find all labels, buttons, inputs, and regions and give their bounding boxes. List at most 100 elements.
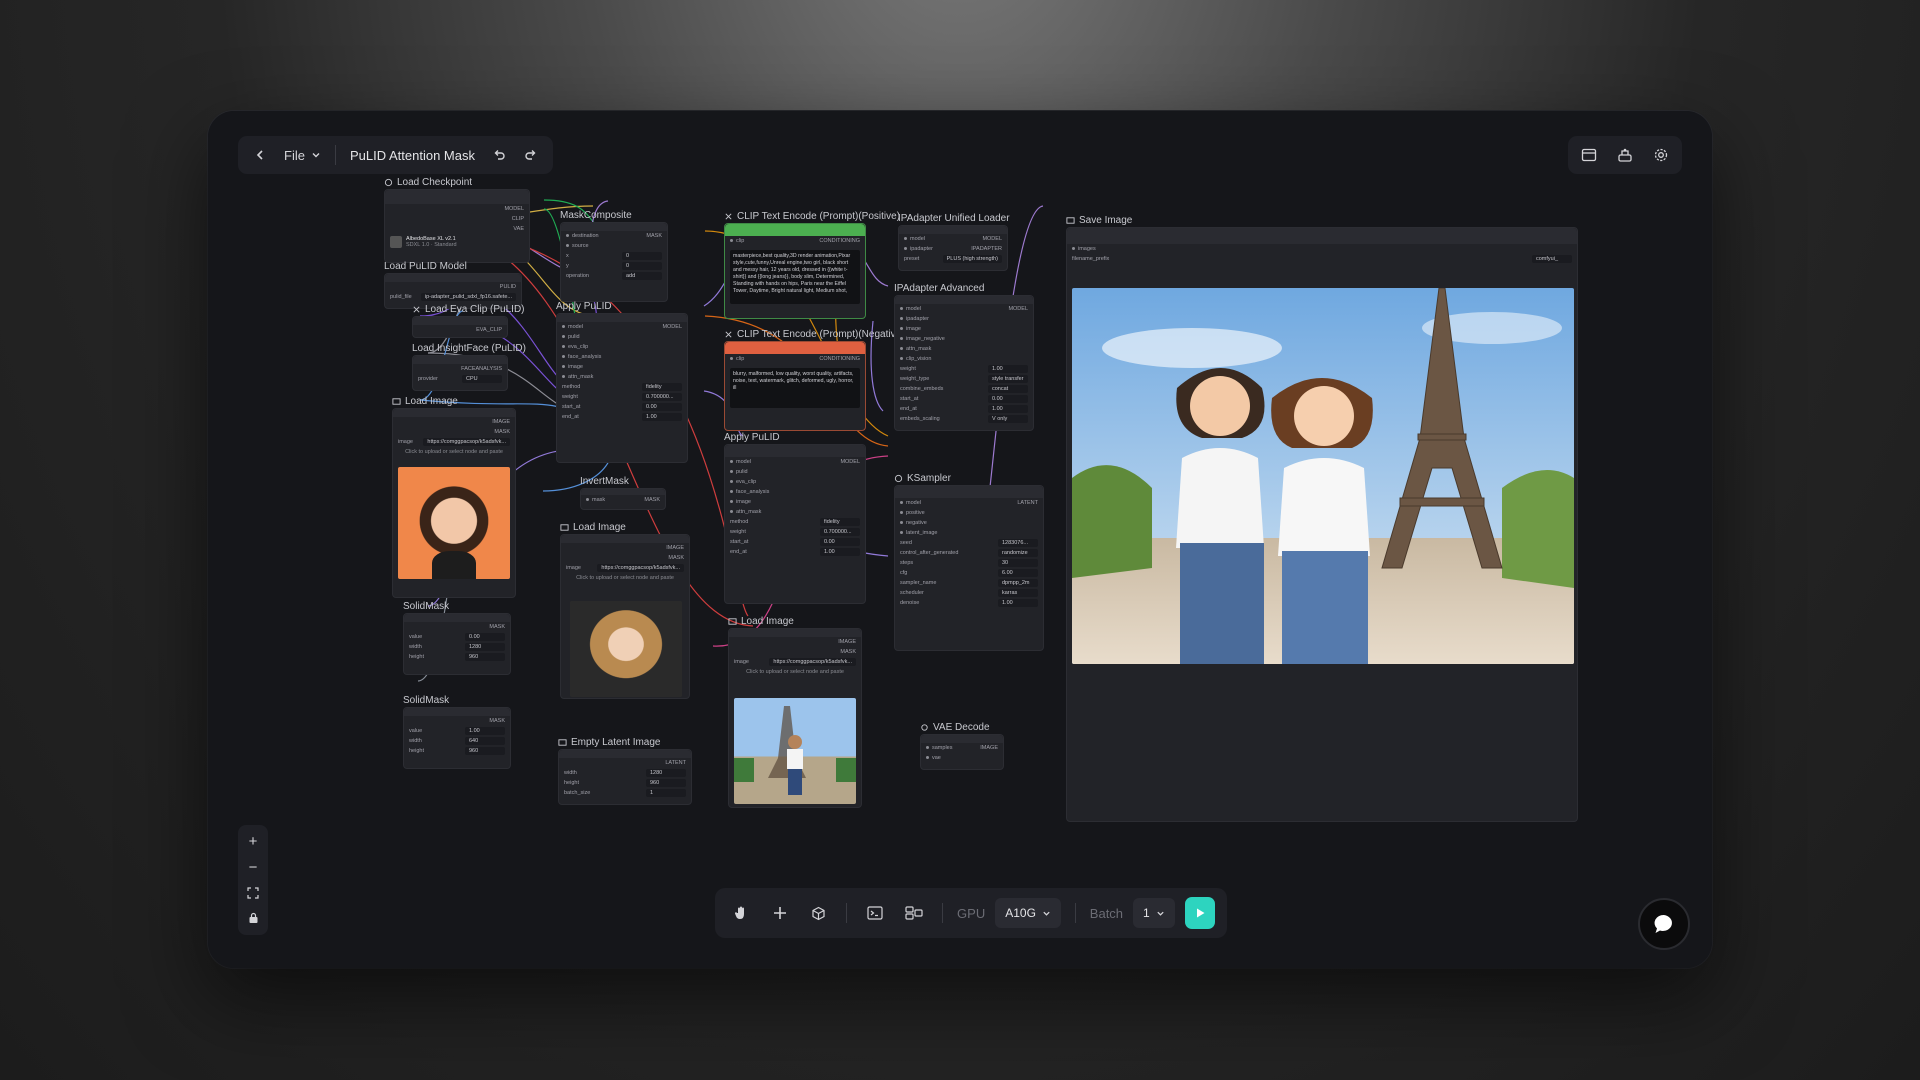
batch-select[interactable]: 1 xyxy=(1133,898,1175,928)
input-image[interactable]: image xyxy=(725,497,865,507)
output-mask[interactable]: MASK xyxy=(404,622,510,632)
node-ipadapter-loader[interactable]: model MODEL ipadapter IPADAPTER preset PLUS… xyxy=(898,225,1008,271)
input-clip[interactable]: clip CONDITIONING xyxy=(725,354,865,364)
gpu-select[interactable]: A10G xyxy=(995,898,1061,928)
widget-combine-embeds[interactable]: combine_embeds concat xyxy=(895,384,1033,394)
input-pulid[interactable]: pulid xyxy=(725,467,865,477)
node-ipadapter-advanced[interactable]: model MODEL ipadapter image image_negativ… xyxy=(894,295,1034,431)
input-model[interactable]: model MODEL xyxy=(557,322,687,332)
input-model[interactable]: model MODEL xyxy=(895,304,1033,314)
widget-weight[interactable]: weight 0.700000... xyxy=(725,527,865,537)
widget-provider[interactable]: provider CPU xyxy=(413,374,507,384)
workflow-button[interactable] xyxy=(1610,141,1640,169)
prompt-textarea[interactable]: blurry, malformed, low quality, worst qu… xyxy=(730,368,860,408)
workflow-title[interactable]: PuLID Attention Mask xyxy=(344,148,481,163)
input-negative[interactable]: negative xyxy=(895,518,1043,528)
input-images[interactable]: images xyxy=(1067,244,1577,254)
output-eva-clip[interactable]: EVA_CLIP xyxy=(413,325,507,335)
prompt-textarea[interactable]: masterpiece,best quality,3D render anima… xyxy=(730,250,860,304)
node-load-eva-clip[interactable]: EVA_CLIP xyxy=(412,316,508,338)
widget-scheduler[interactable]: scheduler karras xyxy=(895,588,1043,598)
input-model[interactable]: model MODEL xyxy=(899,234,1007,244)
output-image[interactable]: IMAGE xyxy=(561,543,689,553)
input-vae[interactable]: vae xyxy=(921,753,1003,763)
widget-value[interactable]: value 0.00 xyxy=(404,632,510,642)
settings-button[interactable] xyxy=(1646,141,1676,169)
input-model[interactable]: model LATENT xyxy=(895,498,1043,508)
widget-batch-size[interactable]: batch_size 1 xyxy=(559,788,691,798)
widget-end-at[interactable]: end_at 1.00 xyxy=(557,412,687,422)
input-clip-vision[interactable]: clip_vision xyxy=(895,354,1033,364)
add-node-button[interactable] xyxy=(765,897,793,929)
terminal-button[interactable] xyxy=(861,897,889,929)
widget-start-at[interactable]: start_at 0.00 xyxy=(557,402,687,412)
input-ipadapter[interactable]: ipadapter xyxy=(895,314,1033,324)
input-eva-clip[interactable]: eva_clip xyxy=(725,477,865,487)
widget-end-at[interactable]: end_at 1.00 xyxy=(725,547,865,557)
output-mask[interactable]: MASK xyxy=(393,427,515,437)
widget-steps[interactable]: steps 30 xyxy=(895,558,1043,568)
node-canvas[interactable]: File PuLID Attention Mask Load Checkpoin… xyxy=(208,111,1712,968)
input-eva-clip[interactable]: eva_clip xyxy=(557,342,687,352)
node-load-checkpoint[interactable]: MODEL CLIP VAE AlbedoBase XL v2.1 SDXL 1.… xyxy=(384,189,530,263)
checkpoint-selector[interactable]: AlbedoBase XL v2.1 SDXL 1.0 · Standard xyxy=(385,234,529,250)
input-positive[interactable]: positive xyxy=(895,508,1043,518)
output-pulid[interactable]: PULID xyxy=(385,282,521,292)
input-attn-mask[interactable]: attn_mask xyxy=(725,507,865,517)
output-mask[interactable]: MASK xyxy=(729,647,861,657)
input-attn-mask[interactable]: attn_mask xyxy=(895,344,1033,354)
input-image[interactable]: image xyxy=(557,362,687,372)
output-latent[interactable]: LATENT xyxy=(559,758,691,768)
node-apply-pulid-2[interactable]: model MODEL pulid eva_clip face_analysis … xyxy=(724,444,866,604)
widget-start-at[interactable]: start_at 0.00 xyxy=(895,394,1033,404)
chat-support-button[interactable] xyxy=(1638,898,1690,950)
node-load-insightface[interactable]: FACEANALYSIS provider CPU xyxy=(412,355,508,391)
widget-image[interactable]: image https://comggpacsop/k5adsfvk... xyxy=(561,563,689,573)
models-button[interactable] xyxy=(804,897,832,929)
widget-cfg[interactable]: cfg 6.00 xyxy=(895,568,1043,578)
input-image-negative[interactable]: image_negative xyxy=(895,334,1033,344)
node-clip-negative[interactable]: clip CONDITIONING blurry, malformed, low … xyxy=(724,341,866,431)
input-clip[interactable]: clip CONDITIONING xyxy=(725,236,865,246)
upload-hint[interactable]: Click to upload or select node and paste xyxy=(393,447,515,457)
widget-pulid-file[interactable]: pulid_file ip-adapter_pulid_sdxl_fp16.saf… xyxy=(385,292,521,302)
redo-button[interactable] xyxy=(517,141,545,169)
output-mask[interactable]: MASK xyxy=(404,716,510,726)
output-clip[interactable]: CLIP xyxy=(385,214,529,224)
fit-view-button[interactable] xyxy=(241,882,265,904)
output-image[interactable]: IMAGE xyxy=(393,417,515,427)
widget-width[interactable]: width 640 xyxy=(404,736,510,746)
input-latent-image[interactable]: latent_image xyxy=(895,528,1043,538)
node-maskcomposite[interactable]: destination MASK source x0 y0 operation ad… xyxy=(560,222,668,302)
input-pulid[interactable]: pulid xyxy=(557,332,687,342)
widget-height[interactable]: height 960 xyxy=(404,652,510,662)
upload-hint[interactable]: Click to upload or select node and paste xyxy=(729,667,861,677)
input-face-analysis[interactable]: face_analysis xyxy=(557,352,687,362)
widget-weight-type[interactable]: weight_type style transfer xyxy=(895,374,1033,384)
output-model[interactable]: MODEL xyxy=(385,204,529,214)
node-vae-decode[interactable]: samples IMAGE vae xyxy=(920,734,1004,770)
output-vae[interactable]: VAE xyxy=(385,224,529,234)
output-faceanalysis[interactable]: FACEANALYSIS xyxy=(413,364,507,374)
widget-method[interactable]: method fidelity xyxy=(557,382,687,392)
widget-height[interactable]: height 960 xyxy=(404,746,510,756)
file-menu-button[interactable]: File xyxy=(278,141,327,169)
output-mask[interactable]: MASK xyxy=(561,553,689,563)
widget-control-after-generated[interactable]: control_after_generated randomize xyxy=(895,548,1043,558)
zoom-in-button[interactable]: + xyxy=(241,831,265,853)
widget-method[interactable]: method fidelity xyxy=(725,517,865,527)
queue-button[interactable] xyxy=(1574,141,1604,169)
upload-hint[interactable]: Click to upload or select node and paste xyxy=(561,573,689,583)
widget-width[interactable]: width 1280 xyxy=(404,642,510,652)
node-solidmask-1[interactable]: MASK value 0.00 width 1280 height 960 xyxy=(403,613,511,675)
run-button[interactable] xyxy=(1184,897,1215,929)
input-mask[interactable]: mask MASK xyxy=(581,495,665,505)
widget-image[interactable]: image https://comggpacsop/k5adsfvk... xyxy=(729,657,861,667)
widget-start-at[interactable]: start_at 0.00 xyxy=(725,537,865,547)
widget-preset[interactable]: preset PLUS (high strength) xyxy=(899,254,1007,264)
node-apply-pulid-1[interactable]: model MODEL pulid eva_clip face_analysis … xyxy=(556,313,688,463)
back-button[interactable] xyxy=(246,141,274,169)
input-source[interactable]: source xyxy=(561,241,667,251)
lock-button[interactable] xyxy=(241,907,265,929)
node-ksampler[interactable]: model LATENT positive negative latent_ima… xyxy=(894,485,1044,651)
